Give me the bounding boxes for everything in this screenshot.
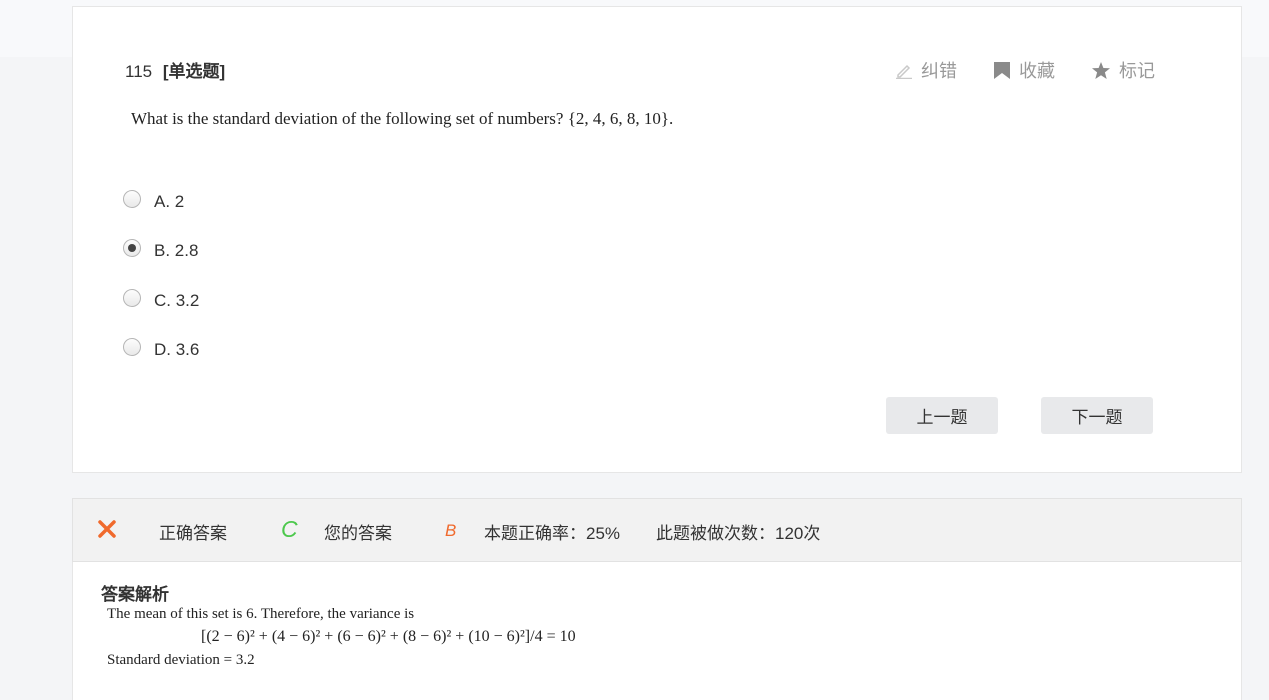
question-number: 115 <box>125 62 153 81</box>
analysis-formula: [(2 − 6)² + (4 − 6)² + (6 − 6)² + (8 − 6… <box>201 628 576 645</box>
mark-button[interactable]: 标记 <box>1091 57 1155 83</box>
analysis-line-3: Standard deviation = 3.2 <box>107 652 255 668</box>
question-stem: What is the standard deviation of the fo… <box>131 109 674 128</box>
option-d[interactable]: D. 3.6 <box>123 326 199 376</box>
option-c[interactable]: C. 3.2 <box>123 276 199 326</box>
question-type: [单选题] <box>162 62 226 81</box>
star-icon <box>1092 61 1110 79</box>
option-b[interactable]: B. 2.8 <box>123 227 199 277</box>
option-a-radio[interactable] <box>123 189 141 208</box>
answer-analysis: 答案解析 The mean of this set is 6. Therefor… <box>72 562 1242 700</box>
option-d-label: D. 3.6 <box>154 340 200 360</box>
analysis-title: 答案解析 <box>101 585 169 604</box>
question-card: 115 [单选题] 纠错 收藏 标记 What is the standard … <box>72 6 1242 473</box>
option-b-label: B. 2.8 <box>154 241 199 261</box>
question-tools: 纠错 收藏 标记 <box>895 57 1155 83</box>
x-mark-icon <box>98 520 116 538</box>
bookmark-icon <box>994 61 1010 79</box>
option-b-radio[interactable] <box>123 239 141 258</box>
option-c-radio[interactable] <box>123 288 141 307</box>
question-header: 115 [单选题] <box>125 57 225 82</box>
option-a-label: A. 2 <box>154 191 185 211</box>
analysis-line-1: The mean of this set is 6. Therefore, th… <box>107 606 415 622</box>
accuracy-text: 本题正确率：25% <box>484 524 621 543</box>
favorite-label: 收藏 <box>1019 61 1055 81</box>
result-bar: 正确答案 C 您的答案 B 本题正确率：25% 此题被做次数：120次 <box>72 498 1242 562</box>
report-error-button[interactable]: 纠错 <box>895 57 957 83</box>
correct-answer-value: C <box>281 516 298 542</box>
mark-label: 标记 <box>1119 61 1155 81</box>
option-d-radio[interactable] <box>123 338 141 357</box>
your-answer-label: 您的答案 <box>324 524 392 543</box>
option-a[interactable]: A. 2 <box>123 177 199 227</box>
answer-options: A. 2 B. 2.8 C. 3.2 D. 3.6 <box>123 177 199 375</box>
attempts-text: 此题被做次数：120次 <box>656 524 821 543</box>
pencil-icon <box>896 64 912 79</box>
next-question-button[interactable]: 下一题 <box>1041 397 1153 434</box>
option-c-label: C. 3.2 <box>154 290 200 310</box>
favorite-button[interactable]: 收藏 <box>993 57 1055 83</box>
report-error-label: 纠错 <box>921 61 957 81</box>
correct-answer-label: 正确答案 <box>159 524 227 543</box>
your-answer-value: B <box>445 521 457 540</box>
prev-question-button[interactable]: 上一题 <box>886 397 998 434</box>
